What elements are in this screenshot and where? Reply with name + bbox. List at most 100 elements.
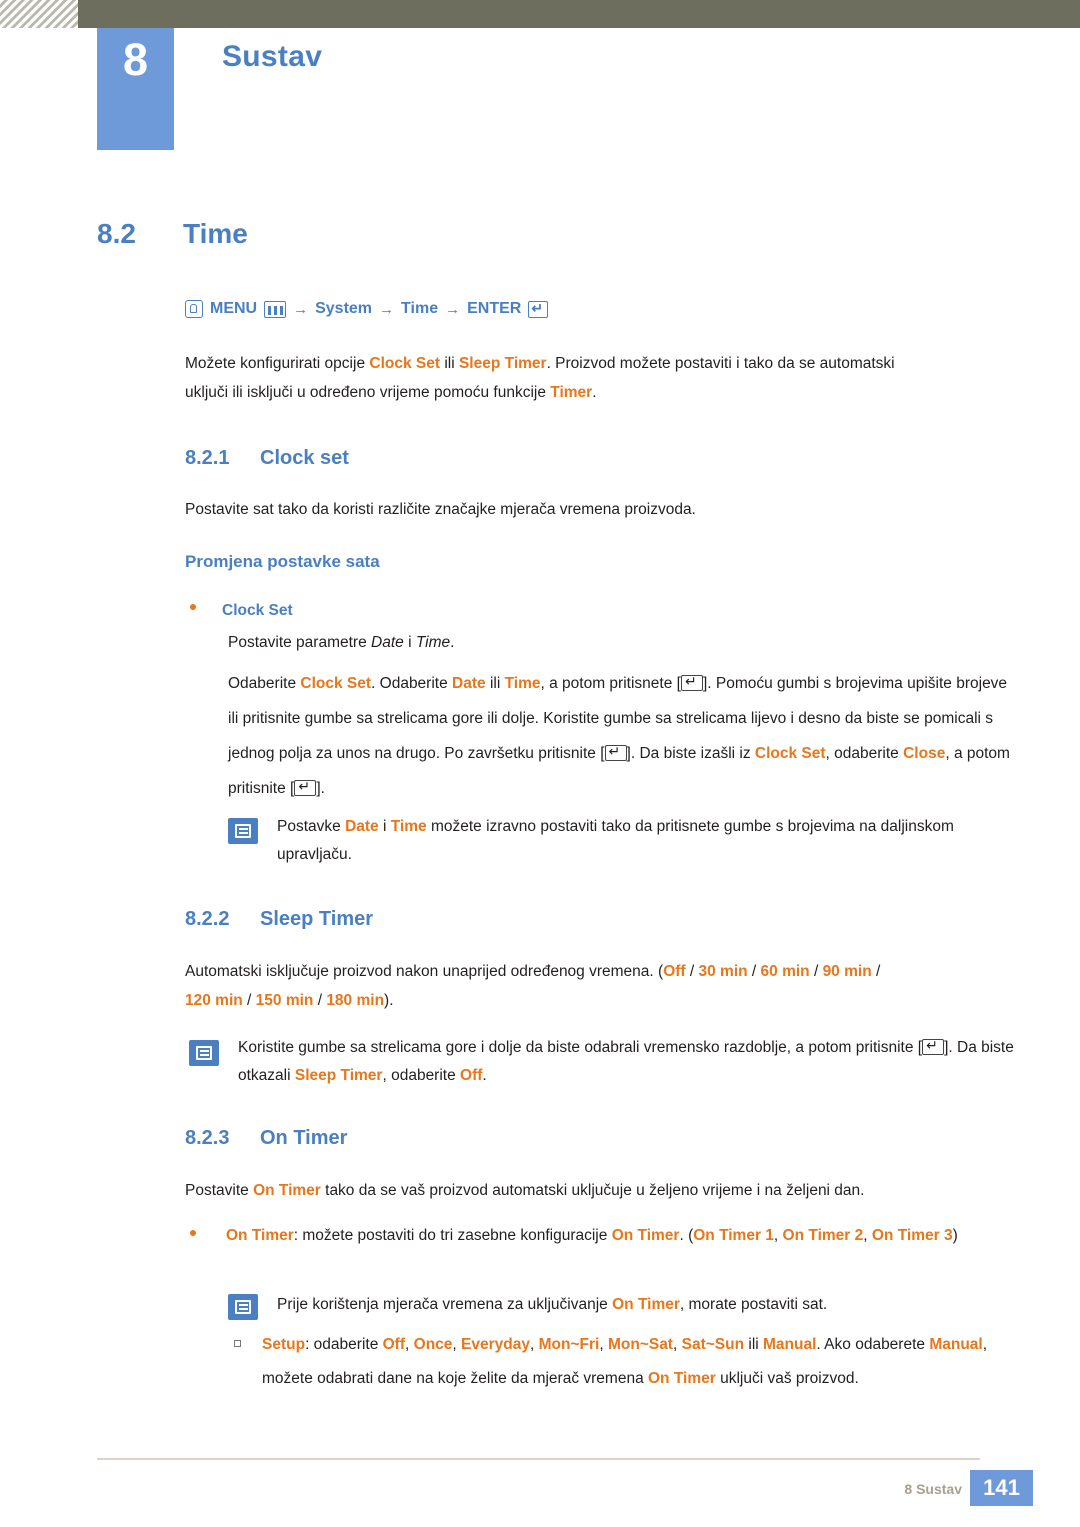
section-heading-8-2-3: 8.2.3 On Timer <box>185 1127 347 1150</box>
sleep-sep-1: / <box>685 963 699 980</box>
arrow-3: → <box>445 300 461 318</box>
on-timer-text-2: tako da se vaš proizvod automatski uklju… <box>320 1182 865 1199</box>
setup-sep-5: , <box>672 1336 682 1353</box>
setup-sep-3: , <box>529 1336 539 1353</box>
clock-set-bullet-label: Clock Set <box>222 602 293 619</box>
on-timer-setup: Setup: odaberite Off, Once, Everyday, Mo… <box>262 1328 1022 1396</box>
clock-set-note: Postavke Date i Time možete izravno post… <box>277 813 1017 869</box>
on-timer-bullet-term-3: On Timer 1 <box>693 1227 774 1244</box>
note-text-4: upravljaču. <box>277 846 352 863</box>
instr-text-8: ]. Da biste <box>626 745 697 762</box>
sleep-timer-description: Automatski isključuje proizvod nakon una… <box>185 957 1015 1015</box>
menu-item-time: Time <box>401 300 439 317</box>
footer-chapter-label: 8 Sustav <box>904 1481 962 1497</box>
bullet-marker-square <box>234 1340 241 1347</box>
section-heading-8-2: 8.2 Time <box>97 218 997 250</box>
on-timer-note-text-1: Prije korištenja mjerača vremena za uklj… <box>277 1296 613 1313</box>
instr-term-date: Date <box>452 675 486 692</box>
menu-icon <box>264 300 287 318</box>
menu-item-system: System <box>315 300 373 317</box>
params-text-2: i <box>403 634 416 651</box>
chapter-title: Sustav <box>222 40 323 73</box>
enter-label: ENTER <box>467 300 522 317</box>
enter-key-icon <box>680 672 703 691</box>
enter-key-icon <box>922 1036 945 1055</box>
note-term-date: Date <box>345 818 379 835</box>
instr-text-1: Odaberite <box>228 675 301 692</box>
setup-text-2: ili <box>744 1336 764 1353</box>
instr-text-4: , a potom pritisnete [ <box>540 675 681 692</box>
chapter-number-badge: 8 <box>97 28 174 150</box>
setup-option-monfri: Mon~Fri <box>538 1336 600 1353</box>
instr-text-12: ]. <box>316 780 325 797</box>
setup-text-3: . Ako <box>816 1336 851 1353</box>
arrow-2: → <box>379 300 395 318</box>
setup-option-off: Off <box>382 1336 406 1353</box>
on-timer-note-term: On Timer <box>612 1296 680 1313</box>
menu-label: MENU <box>210 300 258 317</box>
bullet-marker <box>190 1230 196 1236</box>
instr-term-close: Close <box>903 745 946 762</box>
note-text-2: i <box>378 818 391 835</box>
bullet-marker <box>190 604 196 610</box>
section-number: 8.2 <box>97 218 136 249</box>
sleep-note-term-off: Off <box>460 1067 483 1084</box>
sleep-option-180min: 180 min <box>326 992 385 1009</box>
instr-text-3: ili <box>485 675 505 692</box>
note-text-1: Postavke <box>277 818 346 835</box>
arrow-1: → <box>293 300 309 318</box>
subsection-number-2: 8.2.2 <box>185 908 230 930</box>
clock-set-params-line: Postavite parametre Date i Time. <box>228 628 1028 657</box>
sleep-sep-3: / <box>809 963 823 980</box>
instr-term-clock-set: Clock Set <box>300 675 372 692</box>
intro-text-3: . Proizvod možete postaviti i tako da se… <box>546 355 895 372</box>
subsection-title-3: On Timer <box>260 1127 348 1149</box>
params-term-time: Time <box>415 634 451 651</box>
on-timer-bullet-term-4: On Timer 2 <box>782 1227 864 1244</box>
sleep-option-off: Off <box>663 963 686 980</box>
section-heading-8-2-2: 8.2.2 Sleep Timer <box>185 908 373 931</box>
setup-option-manual-2: Manual <box>929 1336 983 1353</box>
menu-path: MENU → System → Time → ENTER <box>185 299 549 318</box>
note-icon <box>228 1294 258 1320</box>
on-timer-note: Prije korištenja mjerača vremena za uklj… <box>277 1290 1017 1319</box>
setup-text-4: odaberete <box>855 1336 930 1353</box>
sleep-option-120min: 120 min <box>185 992 243 1009</box>
on-timer-note-text-2: , morate postaviti sat. <box>679 1296 828 1313</box>
sleep-note-text-4: , odaberite <box>382 1067 461 1084</box>
setup-option-satsun: Sat~Sun <box>681 1336 745 1353</box>
sleep-note-term-sleep-timer: Sleep Timer <box>294 1067 383 1084</box>
subsection-number-1: 8.2.1 <box>185 447 230 469</box>
on-timer-bullet-term-5a: On <box>871 1227 894 1244</box>
setup-option-manual: Manual <box>763 1336 817 1353</box>
instr-term-clock-set-2: Clock Set <box>754 745 826 762</box>
on-timer-bullet-term-1: On Timer <box>226 1227 294 1244</box>
note-icon <box>228 818 258 844</box>
instr-text-5: ]. Pomoću gumbi s brojevima <box>702 675 903 692</box>
params-text-1: Postavite parametre <box>228 634 372 651</box>
sleep-text-1: Automatski isključuje proizvod nakon una… <box>185 963 664 980</box>
note-term-time: Time <box>390 818 427 835</box>
hand-icon <box>185 300 203 318</box>
intro-term-sleep-timer: Sleep Timer <box>458 355 547 372</box>
enter-key-icon <box>604 742 627 761</box>
intro-paragraph: Možete konfigurirati opcije Clock Set il… <box>185 349 1015 407</box>
setup-text-6: uključi <box>715 1370 764 1387</box>
sleep-option-30min: 30 min <box>698 963 748 980</box>
sleep-note-text-1: Koristite gumbe sa strelicama gore i dol… <box>238 1039 914 1056</box>
sleep-sep-4: / <box>871 963 881 980</box>
page-header-bar <box>0 0 1080 28</box>
intro-text-5: . <box>592 384 597 401</box>
sleep-timer-note: Koristite gumbe sa strelicama gore i dol… <box>238 1034 1018 1090</box>
on-timer-bullet-text-5: ) <box>952 1227 958 1244</box>
enter-key-icon <box>528 299 549 318</box>
on-timer-bullet-text-2: . ( <box>679 1227 694 1244</box>
setup-sep-2: , <box>452 1336 462 1353</box>
subsection-title-1: Clock set <box>260 447 349 469</box>
clock-set-intro: Postavite sat tako da koristi različite … <box>185 501 696 518</box>
intro-text-1: Možete konfigurirati opcije <box>185 355 370 372</box>
subsection-number-3: 8.2.3 <box>185 1127 230 1149</box>
on-timer-bullet-term-5b: Timer 3 <box>897 1227 953 1244</box>
params-term-date: Date <box>371 634 404 651</box>
intro-text-4: uključi ili isključi u određeno vrijeme … <box>185 384 551 401</box>
